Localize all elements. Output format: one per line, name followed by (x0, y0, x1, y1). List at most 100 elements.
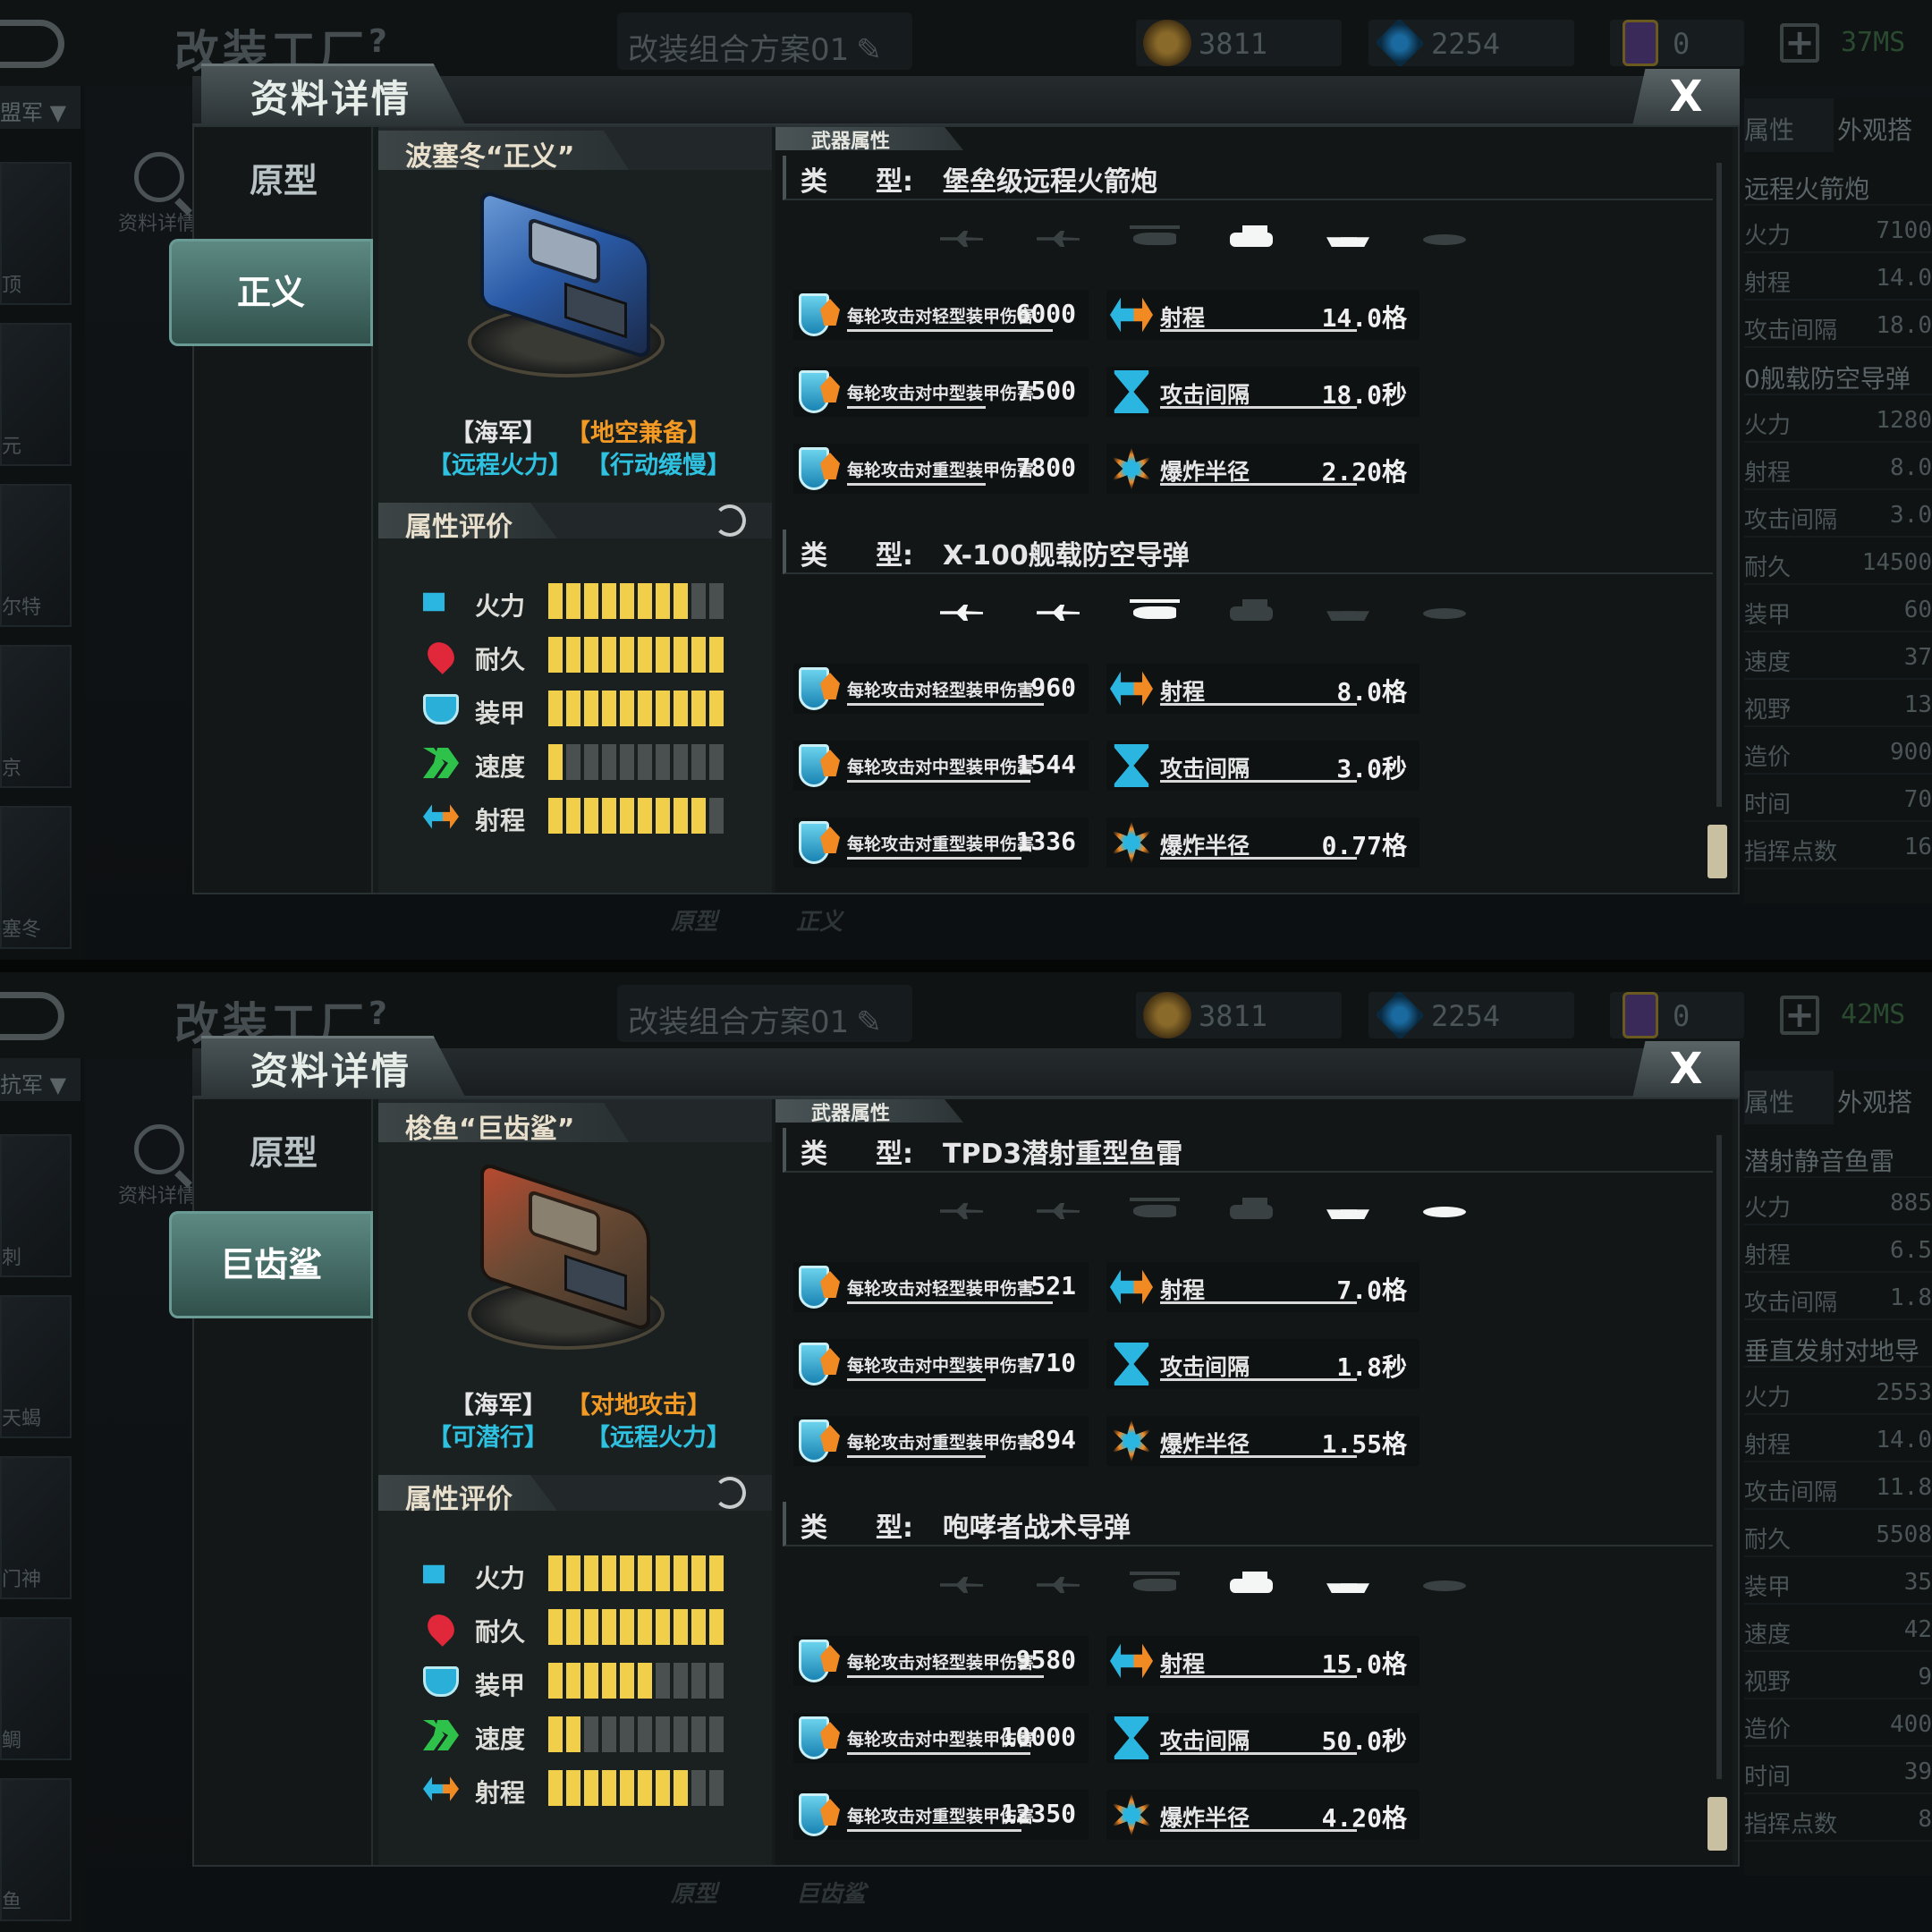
scroll-thumb[interactable] (1707, 1797, 1727, 1851)
stat-bar-segment (656, 583, 670, 619)
tab-prototype[interactable]: 原型 (194, 127, 373, 234)
scroll-track[interactable] (1716, 163, 1722, 807)
variant-tabs: 原型 正义 (169, 127, 373, 893)
ship-deck (564, 1254, 627, 1311)
close-button[interactable]: X (1632, 1041, 1740, 1098)
diamond-icon (1374, 17, 1426, 69)
attribute-row: 装甲 35 (1744, 1560, 1932, 1605)
unit-list-item[interactable]: 顶 (0, 162, 72, 305)
attribute-value: 3.0 (1890, 502, 1932, 529)
evaluation-header: 属性评价 (378, 503, 772, 543)
stat-bar-segment (602, 637, 616, 673)
dialog-title: 资料详情 (250, 77, 412, 121)
ship-turret (529, 1189, 600, 1258)
attribute-value: 6.5 (1890, 1237, 1932, 1264)
compare-swap-icon[interactable] (714, 1477, 746, 1509)
attribute-value: 1.8 (1890, 1284, 1932, 1311)
damage-value: 894 (1030, 1425, 1076, 1454)
weapon-stat-row: 每轮攻击对中型装甲伤害 10000 攻击间隔 50.0秒 (775, 1713, 1670, 1763)
add-currency-button[interactable]: + (1780, 23, 1819, 63)
stat-bar-segment (709, 1609, 724, 1645)
attribute-row: 射程 6.5 (1744, 1228, 1932, 1273)
help-button[interactable]: ? (369, 996, 387, 1032)
unit-list-item[interactable]: 元 (0, 323, 72, 466)
unit-column: 波塞冬“正义” 【海军】 【地空兼备】 【远程火力】 【行动缓慢】 属性评价 火力 耐久 装甲速… (378, 127, 772, 893)
stat-bar-segment (584, 583, 598, 619)
magnifier-icon[interactable] (134, 152, 184, 202)
weapon-header: 武器属性 (775, 1099, 1733, 1125)
compare-swap-icon[interactable] (714, 504, 746, 537)
stat-bar-segment (584, 1663, 598, 1699)
scroll-track[interactable] (1716, 1135, 1722, 1779)
attribute-name: 时间 (1744, 792, 1792, 818)
damage-cell: 每轮攻击对中型装甲伤害 7500 (793, 367, 1089, 417)
unit-list-item[interactable]: 尔特 (0, 484, 72, 627)
fighter-icon-shape (940, 1577, 983, 1593)
stat-row: 射程 (423, 798, 745, 837)
damage-value: 10000 (1000, 1722, 1076, 1751)
weapon-param-cell: 射程 15.0格 (1106, 1636, 1419, 1686)
plan-name-field[interactable]: 改装组合方案01 ✎ (617, 985, 912, 1042)
tab-variant-active[interactable]: 巨齿鲨 (169, 1211, 373, 1318)
unit-list-item[interactable]: 天蝎 (0, 1295, 72, 1438)
damage-cell: 每轮攻击对重型装甲伤害 1336 (793, 818, 1089, 868)
damage-cell: 每轮攻击对重型装甲伤害 12350 (793, 1790, 1089, 1840)
panel-divider (0, 960, 1932, 972)
helicopter-icon-shape (1130, 599, 1180, 619)
tab-variant-active[interactable]: 正义 (169, 239, 373, 346)
pencil-icon[interactable]: ✎ (856, 1004, 882, 1040)
tank-icon-shape (1230, 599, 1273, 621)
card-icon (1623, 20, 1658, 66)
damage-value: 12350 (1000, 1799, 1076, 1828)
unit-list-item[interactable]: 刺 (0, 1134, 72, 1277)
unit-list-label: 顶 (2, 275, 22, 297)
stat-bar-segment (566, 1609, 580, 1645)
close-button[interactable]: X (1632, 69, 1740, 126)
unit-list-item[interactable]: 塞冬 (0, 806, 72, 949)
weapon-param-cell: 爆炸半径 4.20格 (1106, 1790, 1419, 1840)
magnifier-icon[interactable] (134, 1124, 184, 1174)
ship-icon-shape (1326, 1583, 1369, 1593)
faction-dropdown[interactable]: 抗军 ▼ (0, 1058, 80, 1101)
unit-tag: 【可潜行】 (428, 1424, 548, 1452)
unit-list-item[interactable]: 京 (0, 645, 72, 788)
faction-dropdown[interactable]: 盟军 ▼ (0, 86, 80, 129)
damage-cell: 每轮攻击对中型装甲伤害 10000 (793, 1713, 1089, 1763)
weapon-stat-row: 每轮攻击对重型装甲伤害 894 爆炸半径 1.55格 (775, 1416, 1670, 1466)
stat-bar-segment (548, 1663, 563, 1699)
attribute-value: 8 (1918, 1806, 1932, 1833)
tab-attributes[interactable]: 属性 (1744, 98, 1834, 152)
tab-attributes[interactable]: 属性 (1744, 1071, 1834, 1124)
stat-bar-segment (584, 1555, 598, 1591)
tab-appearance[interactable]: 外观搭 (1837, 1071, 1932, 1124)
plan-name-field[interactable]: 改装组合方案01 ✎ (617, 13, 912, 70)
add-currency-button[interactable]: + (1780, 996, 1819, 1035)
stat-bar-segment (656, 1609, 670, 1645)
stat-bar-segment (620, 1555, 634, 1591)
damage-bar (847, 857, 1021, 860)
tab-prototype[interactable]: 原型 (194, 1099, 373, 1207)
stat-bar-segment (656, 798, 670, 834)
unit-list-item[interactable]: 鱼 (0, 1778, 72, 1921)
pencil-icon[interactable]: ✎ (856, 32, 882, 68)
unit-list-item[interactable]: 门神 (0, 1456, 72, 1599)
weapon-param-cell: 攻击间隔 18.0秒 (1106, 367, 1419, 417)
background-tab-strip: 原型 巨齿鲨 (268, 1867, 1699, 1920)
back-button[interactable] (0, 20, 64, 68)
stat-bar (548, 1609, 724, 1645)
stat-bar-segment (638, 1609, 652, 1645)
back-button[interactable] (0, 992, 64, 1040)
range-arrow-icon (423, 1776, 459, 1801)
attribute-name: 速度 (1744, 1622, 1792, 1648)
screenshot-stack: 改装工厂? 改装组合方案01 ✎ 3811 2254 0 +37MS 盟军 ▼ 顶元尔特京塞冬资… (0, 0, 1932, 1932)
attribute-name: 射程 (1744, 270, 1792, 297)
unit-list-item[interactable]: 鲷 (0, 1617, 72, 1760)
stat-label: 火力 (475, 1563, 526, 1593)
dialog-header: 资料详情 X (192, 64, 1740, 126)
scroll-thumb[interactable] (1707, 825, 1727, 878)
help-button[interactable]: ? (369, 23, 387, 60)
unit-list-label: 尔特 (2, 597, 42, 619)
attribute-row: 射程 14.0 (1744, 256, 1932, 301)
gem-counter: 2254 (1368, 17, 1574, 69)
tab-appearance[interactable]: 外观搭 (1837, 98, 1932, 152)
